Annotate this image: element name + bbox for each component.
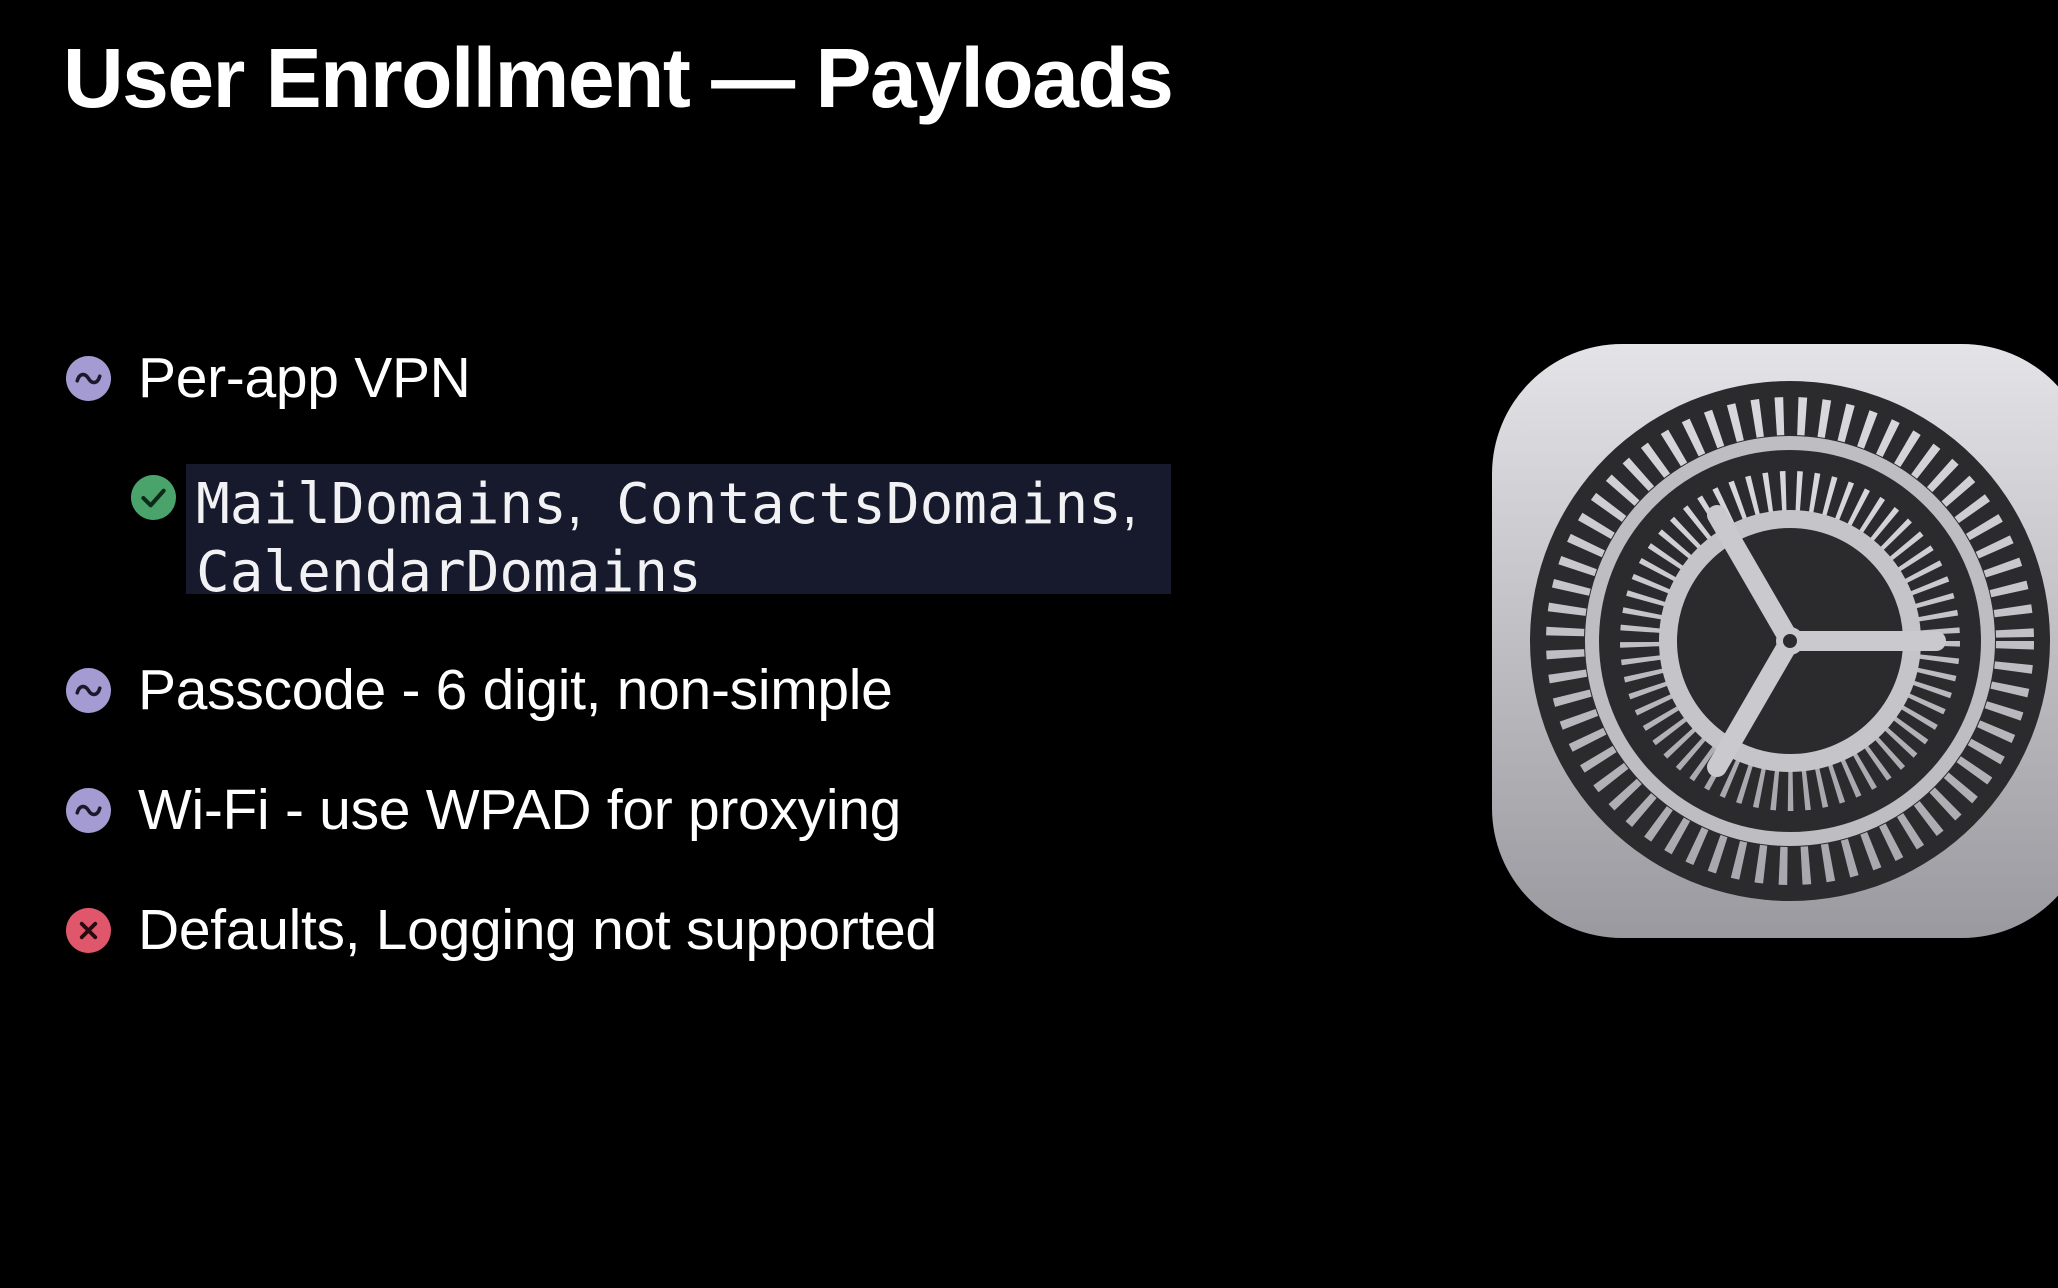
bullet-item-wifi: Wi-Fi - use WPAD for proxying xyxy=(66,777,901,843)
bullet-item-defaults-logging: Defaults, Logging not supported xyxy=(66,897,937,963)
bullet-text: Wi-Fi - use WPAD for proxying xyxy=(138,778,902,842)
bullet-text: Per-app VPN xyxy=(138,346,471,410)
bullet-item-per-app-vpn: Per-app VPN xyxy=(66,345,471,411)
tilde-circle-icon xyxy=(66,355,111,401)
sub-bullet-item-domains: MailDomains, ContactsDomains, CalendarDo… xyxy=(131,464,1171,605)
code-contacts-domains: ContactsDomains xyxy=(616,472,1122,537)
tilde-circle-icon xyxy=(66,787,111,833)
settings-gear-icon xyxy=(1492,344,2058,938)
slide-title: User Enrollment — Payloads xyxy=(63,31,1174,125)
checkmark-circle-icon xyxy=(131,475,176,520)
bullet-text: Defaults, Logging not supported xyxy=(138,898,937,962)
code-mail-domains: MailDomains xyxy=(196,472,567,537)
bullet-item-passcode: Passcode - 6 digit, non-simple xyxy=(66,657,893,723)
bullet-text: Passcode - 6 digit, non-simple xyxy=(138,658,893,722)
x-circle-icon xyxy=(66,907,111,953)
tilde-circle-icon xyxy=(66,667,111,713)
code-line-1: MailDomains, ContactsDomains, xyxy=(196,470,1161,539)
code-block: MailDomains, ContactsDomains, CalendarDo… xyxy=(186,464,1171,605)
code-calendar-domains: CalendarDomains xyxy=(196,540,702,605)
code-separator: , xyxy=(1121,472,1138,535)
code-line-2: CalendarDomains xyxy=(196,539,1161,607)
code-separator: , xyxy=(566,472,583,535)
